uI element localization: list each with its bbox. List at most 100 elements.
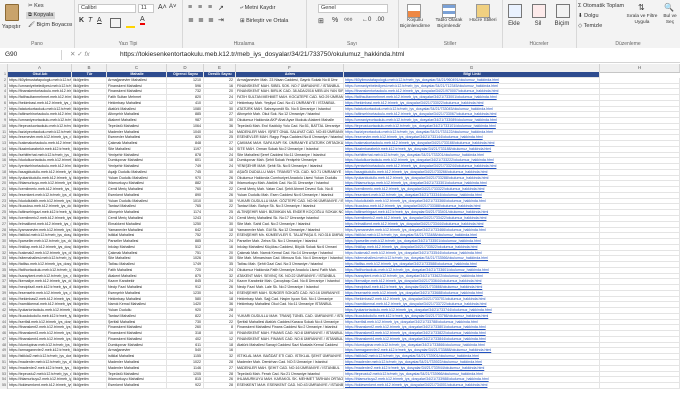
format-cells-button[interactable]: Biçim — [550, 20, 574, 28]
cell-styles-icon[interactable] — [476, 4, 490, 18]
editing-group: Σ Otomatik Toplam ⬇ Dolgu ◇ Temizle ⇅ Sı… — [576, 0, 680, 48]
font-color-icon[interactable]: A — [140, 16, 145, 25]
number-format-select[interactable]: Genel — [318, 4, 388, 13]
underline-button[interactable]: A — [97, 17, 102, 24]
column-header-h[interactable]: H — [600, 64, 680, 72]
align-center-icon[interactable]: ≣ — [198, 16, 204, 24]
sort-filter-button[interactable]: Sırala ve Filtre Uygula — [624, 14, 660, 26]
clear-label: Temizle — [583, 23, 603, 29]
cancel-icon[interactable]: ✕ — [70, 51, 75, 58]
column-header-f[interactable]: F — [236, 64, 344, 72]
font-size-select[interactable]: 11 — [138, 4, 154, 13]
sort-filter-icon[interactable]: ⇅ — [638, 3, 645, 12]
autosum-button[interactable]: Σ Otomatik Toplam — [578, 3, 624, 9]
formula-bar-buttons: ✕ ✓ fx — [70, 50, 90, 60]
font-name-select[interactable]: Calibri — [78, 4, 136, 13]
fill-label: Dolgu — [584, 13, 599, 19]
align-left-icon[interactable]: ≣ — [188, 16, 194, 24]
merge-center-label: Birleştir ve Ortala — [246, 18, 289, 24]
autosum-label: Otomatik Toplam — [582, 3, 625, 9]
name-box[interactable]: G90 — [2, 50, 62, 60]
cut-button[interactable]: ✂ Kes — [28, 3, 44, 9]
school-cell[interactable]: https://tokiesenkent.meb.k12.tr/meb_iys_… — [8, 383, 72, 389]
styles-group: Koşullu Biçimlendirme Tablo Olarak Biçim… — [398, 0, 503, 48]
paste-button[interactable]: Yapıştır — [2, 24, 21, 30]
cut-label: Kes — [34, 3, 44, 9]
format-painter-button[interactable]: 🖌 Biçim Boyacısı — [28, 22, 73, 28]
select-all-corner[interactable] — [0, 64, 8, 72]
paste-icon[interactable] — [5, 4, 19, 21]
clear-button[interactable]: ◇ Temizle — [578, 23, 602, 29]
format-as-table-button[interactable]: Tablo Olarak Biçimlendir — [432, 18, 466, 30]
grow-font-icon[interactable]: A˄ — [158, 4, 167, 11]
indent-icon[interactable]: ⇥ — [218, 16, 224, 24]
wrap-text-button[interactable]: ⤶ Metni Kaydır — [240, 5, 275, 12]
cells-group-label: Hücreler — [529, 41, 549, 47]
bold-button[interactable]: K — [79, 17, 84, 24]
delete-cells-button[interactable]: Sil — [526, 20, 550, 28]
border-icon[interactable] — [110, 18, 121, 28]
ribbon: Yapıştır ✂ Kes ⧉ Kopyala 🖌 Biçim Boyacıs… — [0, 0, 680, 49]
align-right-icon[interactable]: ≣ — [208, 16, 214, 24]
font-group-label: Yazı Tipi — [118, 41, 138, 47]
fx-icon[interactable]: fx — [85, 51, 90, 58]
cells-group: Ekle Sil Biçim Hücreler — [502, 0, 577, 48]
orientation-icon[interactable]: ↗ — [218, 4, 224, 12]
copy-label: Kopyala — [33, 12, 54, 18]
italic-button[interactable]: T — [88, 17, 92, 24]
find-select-button[interactable]: Bul ve Seç — [660, 14, 680, 26]
format-painter-label: Biçim Boyacısı — [36, 22, 73, 28]
insert-cells-button[interactable]: Ekle — [502, 20, 526, 28]
clipboard-group-label: Pano — [31, 41, 43, 47]
find-select-icon[interactable]: 🔍 — [664, 3, 674, 12]
align-middle-icon[interactable]: ≡ — [198, 4, 202, 11]
currency-icon[interactable]: ⊞ — [318, 17, 324, 25]
styles-group-label: Stiller — [443, 41, 457, 47]
column-header-d[interactable]: D — [167, 64, 204, 72]
fill-button[interactable]: ⬇ Dolgu — [578, 13, 599, 19]
alignment-group-label: Hizalama — [233, 41, 255, 47]
fill-color-icon[interactable] — [126, 18, 135, 28]
info-link-cell[interactable]: https://tokiesenkent.meb.k12.tr/meb_iys_… — [344, 383, 600, 389]
conditional-formatting-icon[interactable] — [407, 4, 421, 18]
data-cell[interactable]: İlköğretim — [72, 383, 107, 389]
column-header-g[interactable]: G — [344, 64, 600, 72]
column-header-c[interactable]: C — [107, 64, 167, 72]
editing-group-label: Düzenleme — [615, 41, 641, 47]
number-group: Genel ⊞ % ⁰⁰⁰ ←0 .00 Sayı — [306, 0, 399, 48]
insert-cells-icon[interactable] — [508, 4, 522, 18]
formula-input[interactable]: https://tokiesenkentortaokulu.meb.k12.tr… — [120, 49, 404, 61]
comma-style-icon[interactable]: ⁰⁰⁰ — [344, 17, 352, 25]
column-header-e[interactable]: E — [204, 64, 236, 72]
enter-icon[interactable]: ✓ — [77, 51, 82, 58]
row-number[interactable]: 55 — [0, 383, 8, 389]
worksheet-grid[interactable]: ABCDEFGH 1 Okul Adı Tür Mahalle Öğrenci Sayı… — [0, 64, 680, 406]
empty-cell[interactable] — [600, 383, 680, 389]
number-group-label: Sayı — [346, 41, 357, 47]
decrease-decimal-icon[interactable]: .00 — [376, 17, 384, 23]
align-bottom-icon[interactable]: ≡ — [208, 4, 212, 11]
data-cell[interactable]: 28 — [204, 383, 236, 389]
align-top-icon[interactable]: ≡ — [188, 4, 192, 11]
delete-cells-icon[interactable] — [532, 4, 546, 18]
clipboard-group: Yapıştır ✂ Kes ⧉ Kopyala 🖌 Biçim Boyacıs… — [0, 0, 75, 48]
increase-decimal-icon[interactable]: ←0 — [362, 17, 371, 23]
alignment-group: ≡ ≡ ≡ ↗ ≣ ≣ ≣ ⇥ ⤶ Metni Kaydır ⊞ Birleşt… — [182, 0, 307, 48]
table-row: 55 https://tokiesenkent.meb.k12.tr/meb_iy… — [0, 383, 680, 389]
cell-styles-button[interactable]: Hücre Stilleri — [466, 18, 500, 24]
data-cell[interactable]: ESENKENT MAH. ESENKENT CAD. NO:43 ÜMRANİ… — [236, 383, 344, 389]
formula-bar: G90 ✕ ✓ fx https://tokiesenkentortaokulu… — [0, 48, 680, 63]
shrink-font-icon[interactable]: A˅ — [169, 4, 177, 10]
font-group: Calibri 11 A˄ A˅ K T A A Yazı Tipi — [74, 0, 183, 48]
percent-icon[interactable]: % — [332, 17, 338, 24]
copy-button[interactable]: ⧉ Kopyala — [26, 12, 56, 19]
column-header-a[interactable]: A — [8, 64, 72, 72]
merge-center-button[interactable]: ⊞ Birleştir ve Ortala — [240, 18, 288, 24]
data-cell[interactable]: 922 — [167, 383, 204, 389]
wrap-text-label: Metni Kaydır — [244, 5, 276, 11]
format-cells-icon[interactable] — [556, 4, 570, 18]
conditional-formatting-button[interactable]: Koşullu Biçimlendirme — [398, 18, 432, 30]
column-header-b[interactable]: B — [72, 64, 107, 72]
format-as-table-icon[interactable] — [442, 4, 456, 18]
data-cell[interactable]: Esenkent Mahallesi — [107, 383, 167, 389]
